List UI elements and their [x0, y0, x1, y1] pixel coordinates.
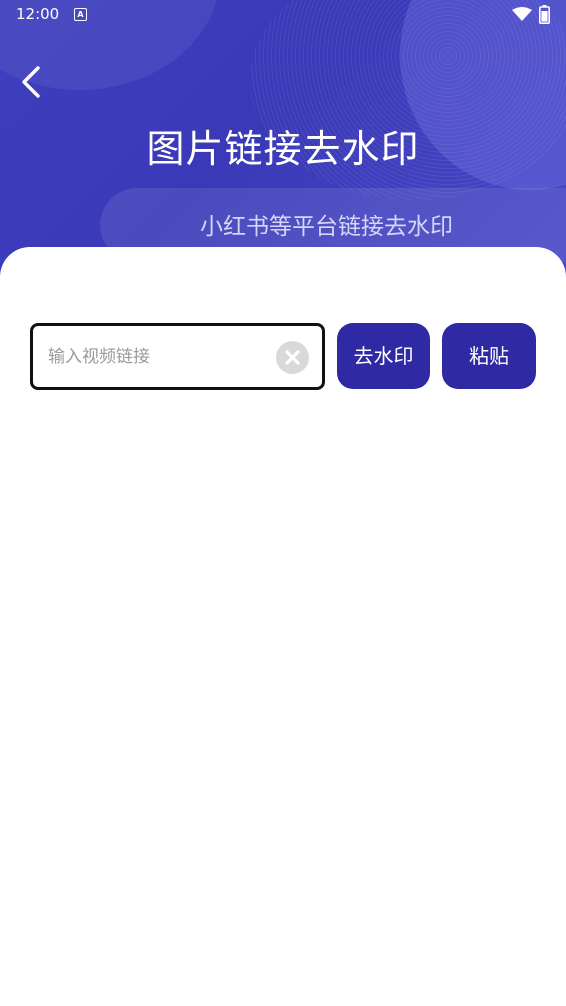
remove-watermark-button[interactable]: 去水印 — [337, 323, 430, 389]
chevron-left-icon — [22, 66, 40, 98]
back-button[interactable] — [14, 60, 54, 104]
content-sheet: 去水印 粘贴 — [0, 247, 566, 1006]
status-bar: 12:00 A — [0, 0, 566, 30]
a-letter-icon: A — [74, 8, 87, 21]
clear-input-button[interactable] — [276, 341, 309, 374]
close-circle-icon — [285, 350, 300, 365]
app-screen: 12:00 A 图片链接去水印 小红书等平台链接去水印 去水印 粘贴 — [0, 0, 566, 1006]
link-input[interactable] — [46, 338, 270, 376]
battery-icon — [539, 5, 550, 24]
status-time: 12:00 — [16, 5, 60, 23]
paste-button[interactable]: 粘贴 — [442, 323, 536, 389]
wifi-icon — [512, 7, 532, 21]
page-title: 图片链接去水印 — [146, 127, 420, 171]
page-subtitle: 小红书等平台链接去水印 — [200, 214, 453, 240]
link-input-container — [30, 323, 325, 390]
